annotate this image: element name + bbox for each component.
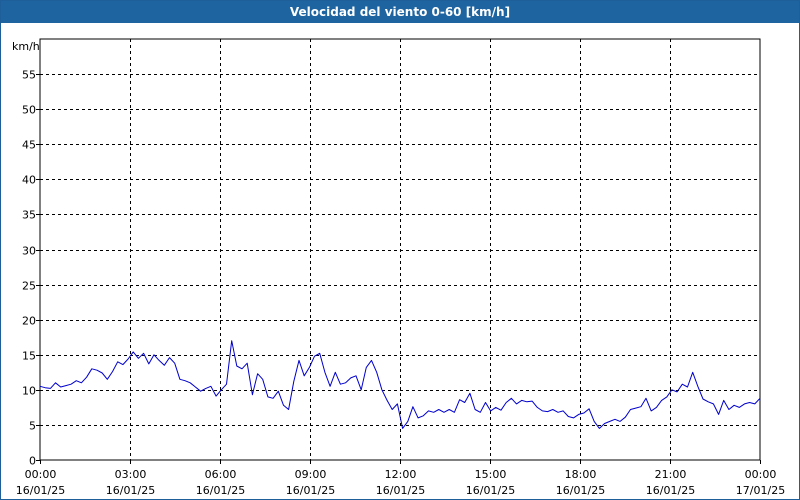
x-tick-time: 09:00 <box>295 468 327 481</box>
y-axis: 0 5 10 15 20 25 30 35 40 45 50 55 <box>22 69 40 468</box>
x-tick-date: 16/01/25 <box>196 484 245 497</box>
y-tick-label: 15 <box>22 350 36 363</box>
x-tick-time: 21:00 <box>655 468 687 481</box>
x-tick-date: 16/01/25 <box>16 484 65 497</box>
x-tick-time: 06:00 <box>205 468 237 481</box>
y-tick-label: 25 <box>22 280 36 293</box>
x-tick-time: 15:00 <box>475 468 507 481</box>
y-axis-label: km/h <box>12 40 40 53</box>
y-tick-label: 55 <box>22 69 36 82</box>
x-tick-date: 16/01/25 <box>286 484 335 497</box>
x-tick-time: 00:00 <box>745 468 777 481</box>
y-tick-label: 10 <box>22 385 36 398</box>
y-tick-label: 5 <box>29 420 36 433</box>
x-tick-date: 16/01/25 <box>376 484 425 497</box>
y-tick-label: 35 <box>22 209 36 222</box>
y-tick-label: 50 <box>22 104 36 117</box>
x-tick-time: 12:00 <box>385 468 417 481</box>
x-tick-date: 16/01/25 <box>646 484 695 497</box>
x-tick-time: 00:00 <box>25 468 57 481</box>
wind-speed-chart: 0 5 10 15 20 25 30 35 40 45 50 55 00:00 16/01/25 03:0… <box>12 38 785 497</box>
y-tick-label: 0 <box>29 455 36 468</box>
x-tick-time: 18:00 <box>565 468 597 481</box>
x-tick-date: 17/01/25 <box>736 484 785 497</box>
x-tick-time: 03:00 <box>115 468 147 481</box>
y-tick-label: 45 <box>22 139 36 152</box>
x-tick-date: 16/01/25 <box>106 484 155 497</box>
y-tick-label: 20 <box>22 315 36 328</box>
chart-grid <box>40 39 760 460</box>
x-axis: 00:00 16/01/25 03:00 16/01/25 06:00 16/01/25 0… <box>16 460 785 497</box>
y-tick-label: 30 <box>22 245 36 258</box>
x-tick-date: 16/01/25 <box>466 484 515 497</box>
y-tick-label: 40 <box>22 174 36 187</box>
x-tick-date: 16/01/25 <box>556 484 605 497</box>
